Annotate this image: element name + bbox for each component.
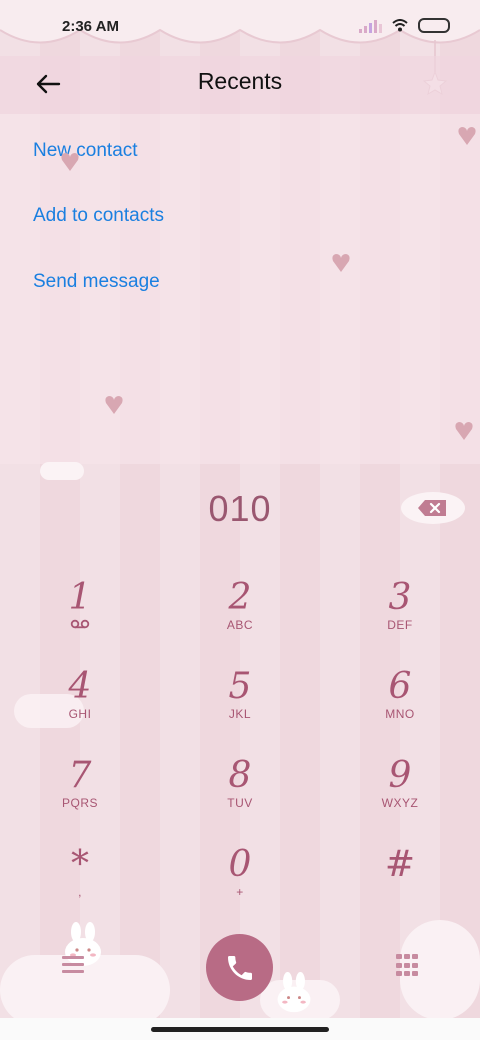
- backspace-icon: [401, 492, 465, 524]
- dialpad-toggle-button[interactable]: [396, 954, 418, 978]
- signal-icon: [359, 19, 382, 33]
- menu-item-new-contact[interactable]: New contact: [33, 140, 138, 162]
- key-digit: 5: [228, 666, 252, 707]
- home-indicator[interactable]: [151, 1027, 329, 1032]
- key-8[interactable]: 8 TUV: [185, 756, 295, 836]
- key-letters: ABC: [226, 618, 254, 632]
- key-0[interactable]: 0 +: [185, 845, 295, 925]
- key-letters: MNO: [385, 707, 415, 721]
- key-letters: ,: [78, 885, 82, 899]
- key-star[interactable]: * ,: [25, 845, 135, 925]
- heart-decoration-icon: [455, 422, 473, 440]
- page-title: Recents: [197, 68, 283, 94]
- battery-icon: [418, 18, 450, 33]
- key-9[interactable]: 9 WXYZ: [345, 756, 455, 836]
- key-1[interactable]: 1: [25, 578, 135, 658]
- key-digit: 8: [228, 755, 252, 796]
- key-digit: 3: [388, 577, 412, 618]
- key-letters: JKL: [228, 707, 252, 721]
- key-digit: 0: [228, 844, 252, 885]
- key-letters: TUV: [227, 796, 253, 810]
- key-digit: *: [71, 844, 89, 885]
- header: Recents: [0, 56, 480, 114]
- key-digit: 7: [68, 755, 92, 796]
- key-hash[interactable]: #: [345, 845, 455, 925]
- heart-decoration-icon: [458, 127, 476, 145]
- key-7[interactable]: 7 PQRS: [25, 756, 135, 836]
- key-5[interactable]: 5 JKL: [185, 667, 295, 747]
- key-letters: GHI: [68, 707, 92, 721]
- key-letters: +: [236, 885, 244, 899]
- key-4[interactable]: 4 GHI: [25, 667, 135, 747]
- menu-item-add-to-contacts[interactable]: Add to contacts: [33, 205, 164, 227]
- voicemail-icon: [70, 619, 90, 629]
- heart-decoration-icon: [61, 153, 79, 171]
- key-3[interactable]: 3 DEF: [345, 578, 455, 658]
- key-letters: PQRS: [61, 796, 98, 810]
- bunny-decoration-icon: [277, 972, 311, 1013]
- key-digit: 1: [68, 577, 92, 618]
- menu-button[interactable]: [62, 956, 84, 974]
- heart-decoration-icon: [105, 396, 123, 414]
- key-2[interactable]: 2 ABC: [185, 578, 295, 658]
- key-digit: #: [384, 844, 416, 885]
- call-button[interactable]: [206, 934, 273, 1001]
- key-digit: 2: [228, 577, 252, 618]
- key-letters: DEF: [387, 618, 413, 632]
- menu-item-send-message[interactable]: Send message: [33, 271, 160, 293]
- heart-decoration-icon: [332, 254, 350, 272]
- key-letters: WXYZ: [381, 796, 419, 810]
- key-digit: 6: [388, 666, 412, 707]
- status-bar: 2:36 AM: [0, 0, 480, 56]
- wifi-icon: [392, 19, 408, 32]
- key-digit: 4: [68, 666, 92, 707]
- status-icons: [359, 18, 450, 33]
- key-6[interactable]: 6 MNO: [345, 667, 455, 747]
- cloud-decoration: [40, 462, 84, 480]
- backspace-button[interactable]: [400, 490, 466, 526]
- key-digit: 9: [388, 755, 412, 796]
- phone-icon: [227, 955, 252, 980]
- status-time: 2:36 AM: [62, 18, 119, 35]
